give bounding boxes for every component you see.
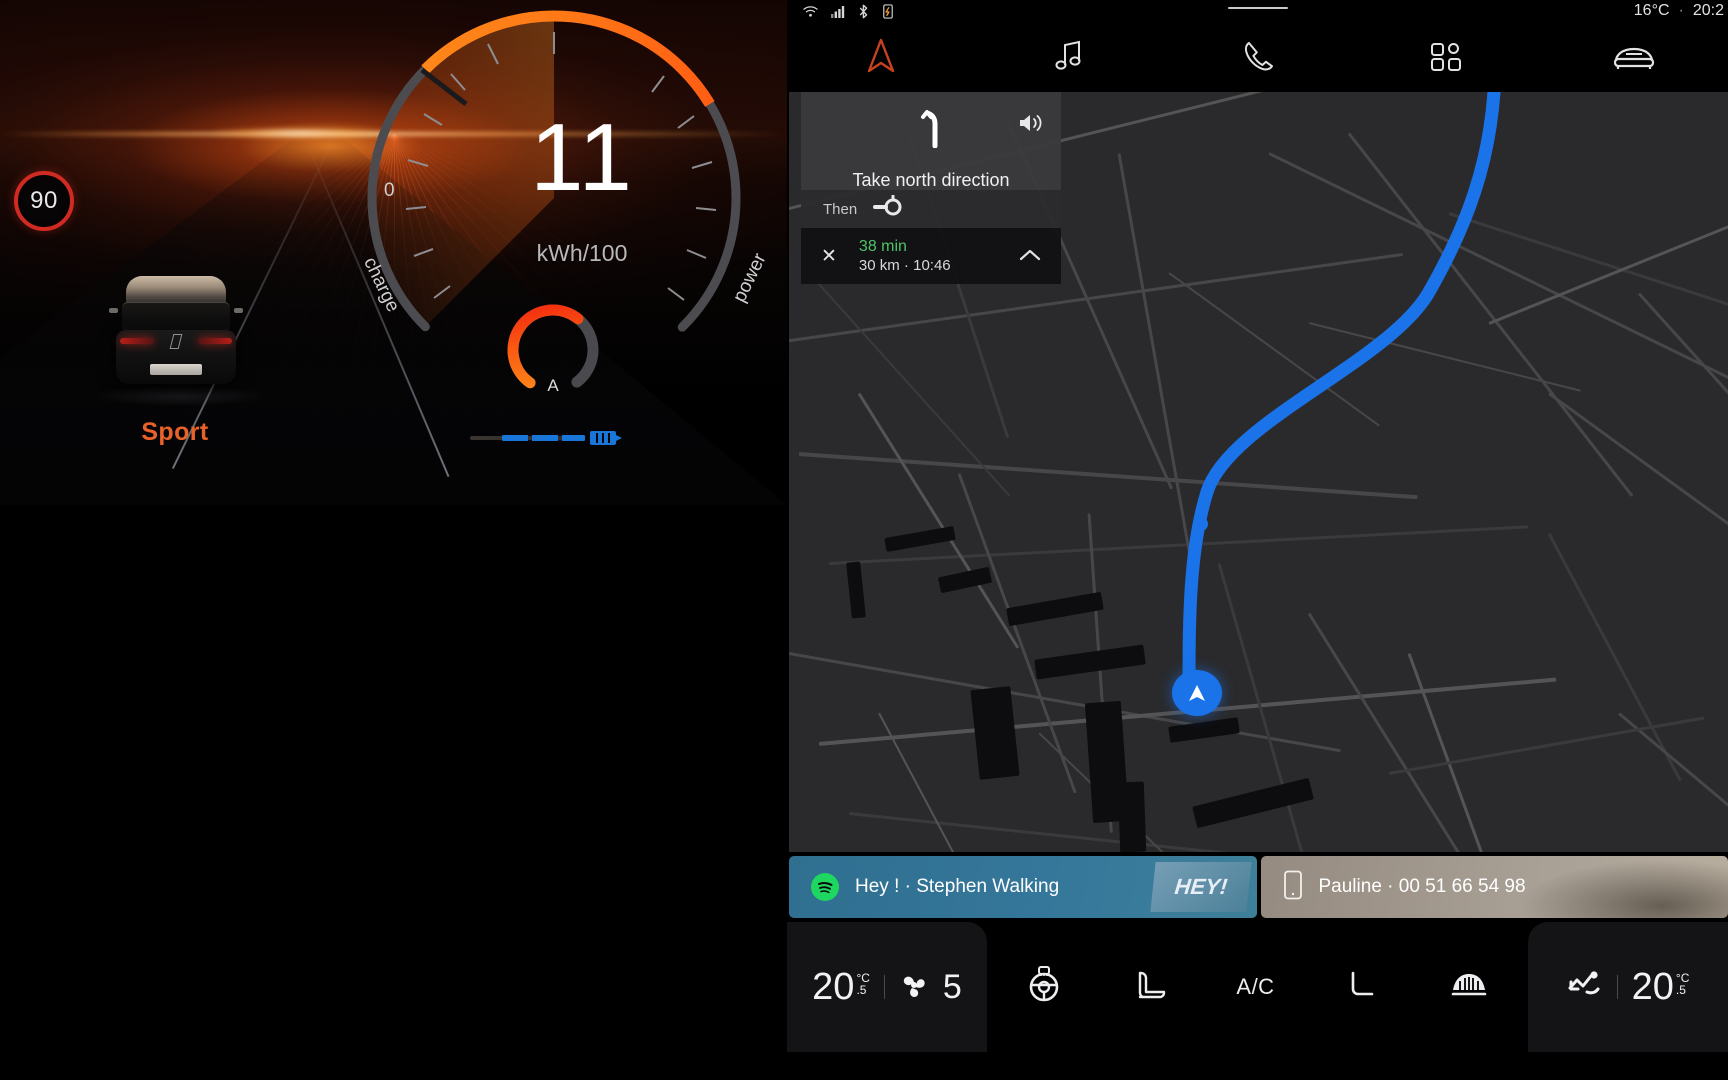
energy-unit: kWh/100 bbox=[536, 240, 628, 266]
navigation-arrow-icon bbox=[867, 38, 895, 73]
tab-apps[interactable] bbox=[1352, 26, 1540, 86]
speaker-on-icon[interactable] bbox=[1017, 112, 1043, 139]
mirror-left bbox=[109, 308, 118, 313]
phone-widget[interactable]: Pauline · 00 51 66 54 98 bbox=[1260, 856, 1728, 918]
amp-label: A bbox=[547, 376, 559, 395]
apps-grid-icon bbox=[1430, 43, 1461, 71]
tab-media[interactable] bbox=[975, 26, 1163, 86]
driver-temp-unit-c: °C bbox=[856, 970, 870, 985]
eta-distance-arrival: 30 km · 10:46 bbox=[858, 256, 951, 274]
drive-mode-label: Sport bbox=[141, 418, 209, 446]
ego-vehicle-render bbox=[109, 272, 243, 392]
status-separator: · bbox=[1678, 2, 1684, 19]
license-plate bbox=[150, 364, 202, 375]
chevron-up-icon[interactable] bbox=[1019, 248, 1041, 267]
phone-contact: Pauline · 00 51 66 54 98 bbox=[1318, 876, 1526, 897]
bottom-widget-row: Hey ! · Stephen Walking HEY! Pauline · 0… bbox=[789, 856, 1728, 918]
energy-value: 11 bbox=[530, 104, 634, 211]
eta-info: 38 min 30 km · 10:46 bbox=[859, 237, 951, 276]
gauge-zero-label: 0 bbox=[384, 180, 395, 201]
passenger-temp-unit: °C .5 bbox=[1676, 972, 1689, 996]
close-x-icon[interactable]: ✕ bbox=[821, 247, 837, 266]
pod-divider bbox=[883, 975, 885, 999]
main-tab-bar bbox=[787, 26, 1728, 86]
album-art: HEY! bbox=[1149, 862, 1252, 912]
nav-instruction-text: Take north direction bbox=[852, 170, 1010, 190]
steering-wheel-icon[interactable] bbox=[1024, 965, 1064, 1010]
airflow-auto-icon[interactable] bbox=[1567, 970, 1603, 1005]
passenger-temp-value: 20 bbox=[1631, 965, 1674, 1008]
eta-duration: 38 min bbox=[858, 237, 907, 255]
status-handle[interactable] bbox=[1227, 7, 1288, 9]
nav-primary-instruction: Take north direction bbox=[801, 92, 1061, 190]
outside-temperature: 16°C bbox=[1633, 2, 1670, 19]
taillight-right bbox=[198, 338, 232, 344]
status-bar: 16°C · 20:2 bbox=[787, 0, 1728, 26]
seat-heat-icon[interactable] bbox=[1130, 967, 1170, 1008]
driver-temp-decimal: .5 bbox=[856, 982, 867, 997]
fan-speed-value: 5 bbox=[942, 967, 962, 1006]
climate-control-icons: A/C bbox=[991, 922, 1524, 1052]
usb-icon bbox=[882, 3, 894, 23]
dashboard-screen: 90 Sport 11 kWh/100 0 charge power A 16°… bbox=[0, 0, 1728, 1080]
bluetooth-icon bbox=[858, 4, 869, 23]
speed-limit-value: 90 bbox=[30, 187, 58, 214]
driver-temp-unit: °C .5 bbox=[856, 972, 869, 996]
battery-arrow-icon bbox=[616, 435, 622, 441]
fan-icon[interactable] bbox=[899, 972, 929, 1003]
climate-bar: 20 °C .5 5 A/C 20 °C .5 bbox=[787, 922, 1728, 1080]
wifi-icon bbox=[803, 5, 818, 22]
navigation-instruction-card[interactable]: Take north direction Then ✕ 38 min 30 km… bbox=[801, 92, 1061, 284]
mirror-right bbox=[234, 308, 243, 313]
media-widget[interactable]: Hey ! · Stephen Walking HEY! bbox=[789, 856, 1257, 918]
pod-divider-right bbox=[1616, 975, 1618, 999]
battery-indicator bbox=[470, 430, 635, 446]
driver-instrument-cluster: 90 Sport 11 kWh/100 0 charge power A bbox=[0, 0, 787, 505]
car-front-icon bbox=[1613, 47, 1655, 69]
music-note-icon bbox=[1055, 40, 1081, 70]
passenger-temperature[interactable]: 20 °C .5 bbox=[1632, 966, 1690, 1009]
tab-navigation[interactable] bbox=[787, 26, 975, 86]
map-view[interactable]: Take north direction Then ✕ 38 min 30 km… bbox=[789, 92, 1728, 852]
nav-eta-bar[interactable]: ✕ 38 min 30 km · 10:46 bbox=[801, 228, 1061, 284]
battery-fill bbox=[502, 435, 585, 441]
tab-phone[interactable] bbox=[1163, 26, 1351, 86]
clock: 20:2 bbox=[1692, 2, 1724, 19]
ac-toggle[interactable]: A/C bbox=[1236, 974, 1274, 1000]
passenger-climate-pod[interactable]: 20 °C .5 bbox=[1528, 922, 1728, 1052]
amp-gauge: A bbox=[495, 300, 611, 404]
media-title: Hey ! · Stephen Walking bbox=[855, 876, 1060, 897]
driver-climate-pod[interactable]: 20 °C .5 5 bbox=[787, 922, 987, 1052]
nav-next-instruction: Then bbox=[801, 190, 1061, 228]
driver-temperature[interactable]: 20 °C .5 bbox=[812, 966, 870, 1009]
spotify-icon bbox=[811, 873, 839, 901]
phone-handset-icon bbox=[1244, 42, 1273, 71]
driver-temp-value: 20 bbox=[812, 965, 855, 1008]
nav-then-label: Then bbox=[823, 200, 858, 218]
taillight-left bbox=[120, 338, 154, 344]
tab-vehicle[interactable] bbox=[1540, 26, 1728, 86]
turn-slight-left-icon bbox=[918, 108, 944, 153]
passenger-temp-decimal: .5 bbox=[1675, 982, 1686, 997]
rear-defrost-icon[interactable] bbox=[1447, 970, 1491, 1005]
battery-icon bbox=[590, 431, 616, 445]
speed-limit-sign: 90 bbox=[14, 171, 74, 231]
navigation-puck-icon bbox=[1172, 670, 1222, 716]
infotainment-screen: 16°C · 20:2 Take north direction Then ✕ … bbox=[787, 0, 1728, 1080]
contact-photo bbox=[1508, 856, 1728, 918]
smartphone-icon bbox=[1283, 870, 1303, 905]
cellular-signal-icon bbox=[831, 5, 845, 22]
roundabout-icon bbox=[871, 194, 905, 224]
passenger-temp-unit-c: °C bbox=[1675, 970, 1690, 985]
seat-icon[interactable] bbox=[1341, 967, 1381, 1008]
